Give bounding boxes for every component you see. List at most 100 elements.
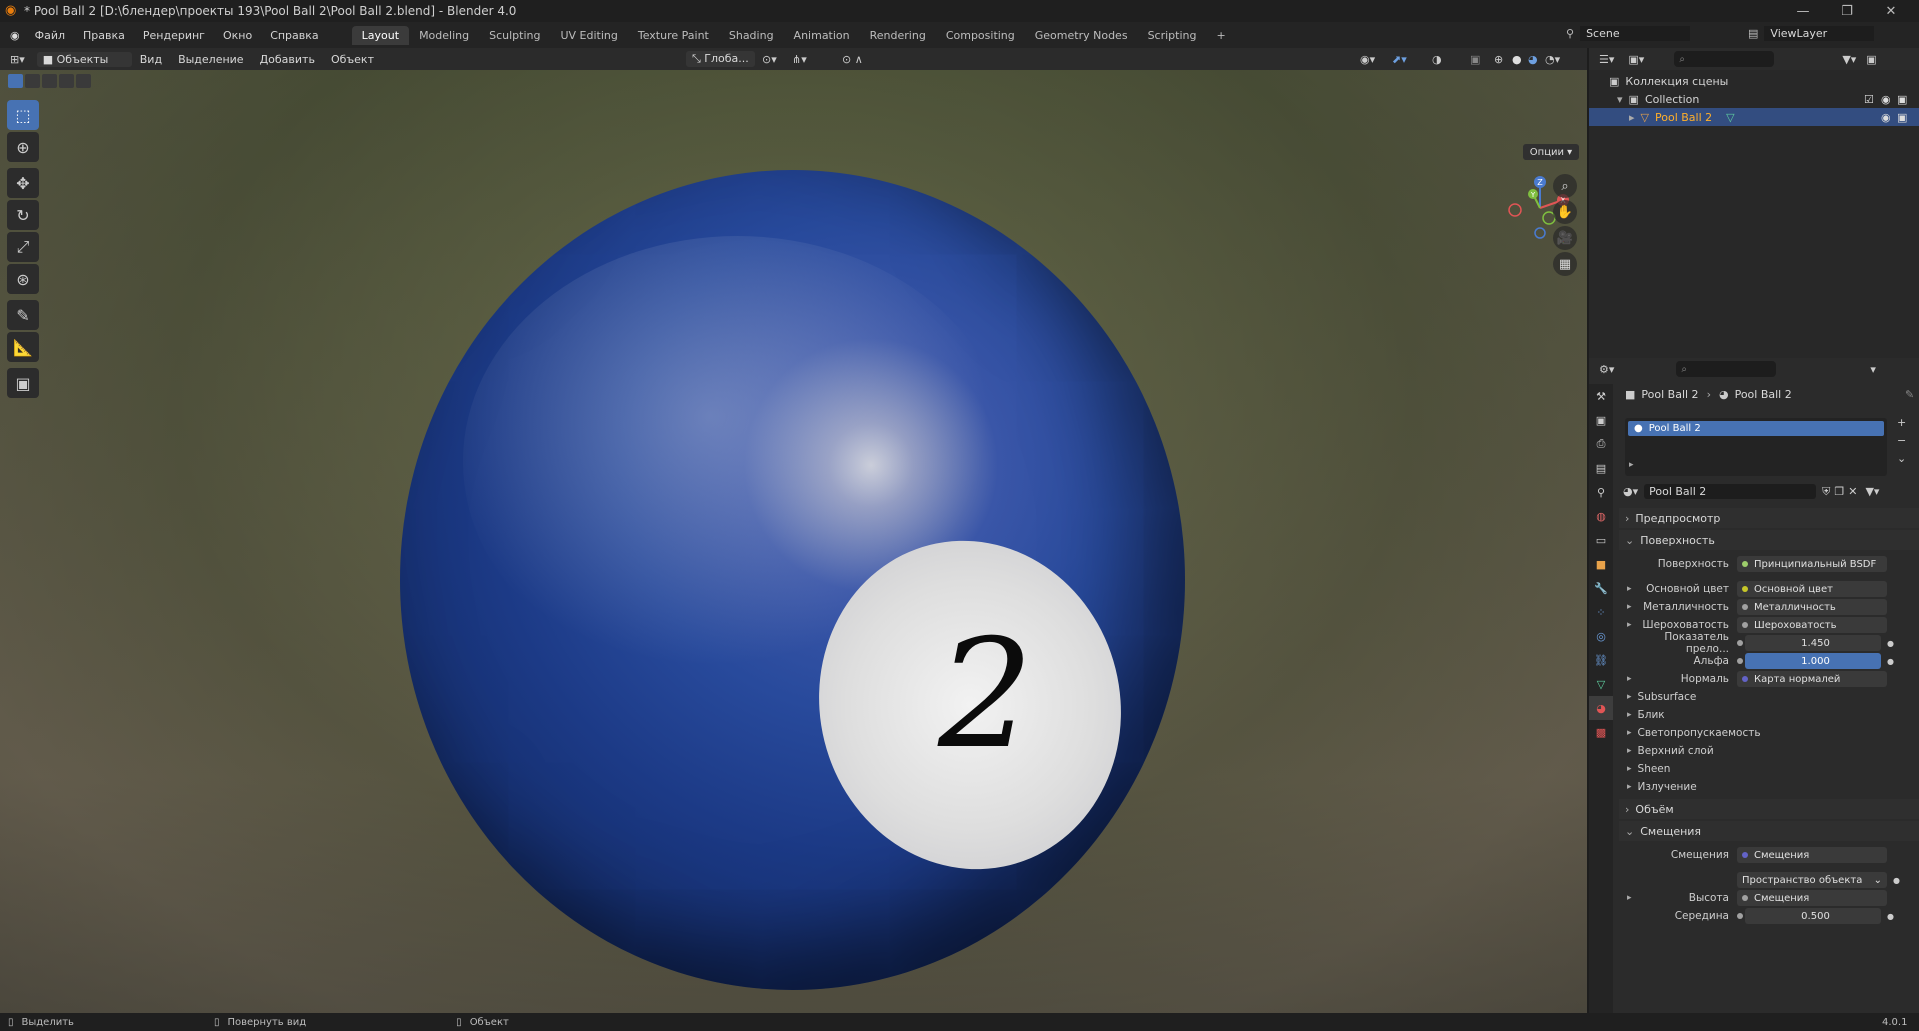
camera-view-icon[interactable]: 🎥 bbox=[1553, 226, 1577, 250]
proportional-edit-icon[interactable]: ⊙ ∧ bbox=[842, 53, 863, 66]
pivot-icon[interactable]: ⊙▾ bbox=[762, 53, 777, 66]
subpanel-emission[interactable]: ▸ Излучение bbox=[1619, 778, 1919, 796]
gizmo-neg-z[interactable] bbox=[1534, 227, 1546, 239]
menu-view[interactable]: Вид bbox=[132, 53, 170, 66]
menu-select[interactable]: Выделение bbox=[170, 53, 252, 66]
remove-slot-icon[interactable]: − bbox=[1897, 434, 1906, 447]
expand-icon[interactable]: ▸ bbox=[1627, 584, 1632, 594]
collection-tab-icon[interactable]: ▭ bbox=[1589, 528, 1613, 552]
subpanel-sheen[interactable]: ▸ Sheen bbox=[1619, 760, 1919, 778]
scene-tab-icon[interactable]: ⚲ bbox=[1589, 480, 1613, 504]
duplicate-icon[interactable]: ❐ bbox=[1834, 485, 1844, 498]
normal-field[interactable]: Карта нормалей bbox=[1737, 671, 1887, 687]
tab-scripting[interactable]: Scripting bbox=[1138, 26, 1207, 45]
tab-texture-paint[interactable]: Texture Paint bbox=[628, 26, 719, 45]
material-browse-icon[interactable]: ◕▾ bbox=[1623, 485, 1638, 498]
close-icon[interactable]: ✕ bbox=[1869, 0, 1913, 22]
options-dropdown[interactable]: Опции ▾ bbox=[1523, 144, 1579, 160]
space-dropdown[interactable]: Пространство объекта ⌄ bbox=[1737, 872, 1887, 888]
solid-shading-icon[interactable]: ● bbox=[1512, 53, 1522, 66]
gizmo-neg-x[interactable] bbox=[1508, 203, 1522, 217]
menu-object[interactable]: Объект bbox=[323, 53, 382, 66]
surface-shader-field[interactable]: Принципиальный BSDF bbox=[1737, 556, 1887, 572]
exclude-checkbox-icon[interactable]: ☑ bbox=[1864, 93, 1874, 106]
midlevel-field[interactable]: 0.500 bbox=[1745, 908, 1881, 924]
outliner-search[interactable]: ⌕ bbox=[1674, 51, 1775, 67]
eye-icon[interactable]: ◉ bbox=[1881, 111, 1891, 124]
measure-icon[interactable]: 📐 bbox=[7, 332, 39, 362]
tab-layout[interactable]: Layout bbox=[351, 25, 410, 45]
mode-dropdown[interactable]: ■ Объекты bbox=[36, 51, 132, 67]
gizmo-toggle-icon[interactable]: ⬈▾ bbox=[1392, 53, 1407, 66]
transform-icon[interactable]: ⊛ bbox=[7, 264, 39, 294]
3d-viewport[interactable]: 2 Опции ▾ ⬚ ⊕ ✥ ↻ ⤢ ⊛ ✎ 📐 ▣ Z X Y ⌕ bbox=[0, 70, 1587, 1013]
expand-icon[interactable]: ▸ bbox=[1629, 111, 1635, 124]
physics-tab-icon[interactable]: ◎ bbox=[1589, 624, 1613, 648]
outliner-object-pool-ball[interactable]: ▸ ▽ Pool Ball 2 ▽ ◉ ▣ bbox=[1589, 108, 1919, 126]
pan-hand-icon[interactable]: ✋ bbox=[1553, 200, 1577, 224]
blender-menu-icon[interactable]: ◉ bbox=[10, 29, 20, 42]
keyframe-dot-icon[interactable]: ● bbox=[1893, 876, 1900, 885]
base-color-field[interactable]: Основной цвет bbox=[1737, 581, 1887, 597]
material-shading-icon[interactable]: ◕ bbox=[1528, 53, 1538, 66]
view-layer-tab-icon[interactable]: ▤ bbox=[1589, 456, 1613, 480]
expand-icon[interactable]: ▾ bbox=[1617, 93, 1623, 106]
render-camera-icon[interactable]: ▣ bbox=[1897, 93, 1907, 106]
tab-geometry-nodes[interactable]: Geometry Nodes bbox=[1025, 26, 1138, 45]
expand-icon[interactable]: ▸ bbox=[1627, 893, 1632, 903]
panel-surface[interactable]: ⌄ Поверхность bbox=[1619, 530, 1919, 550]
texture-tab-icon[interactable]: ▩ bbox=[1589, 720, 1613, 744]
panel-displacement[interactable]: ⌄ Смещения bbox=[1619, 821, 1919, 841]
keyframe-dot-icon[interactable]: ● bbox=[1887, 639, 1894, 648]
move-icon[interactable]: ✥ bbox=[7, 168, 39, 198]
data-tab-icon[interactable]: ▽ bbox=[1589, 672, 1613, 696]
tab-rendering[interactable]: Rendering bbox=[860, 26, 936, 45]
transform-orientation[interactable]: ⤡ Глоба... bbox=[686, 51, 755, 67]
panel-preview[interactable]: › Предпросмотр bbox=[1619, 508, 1919, 528]
tab-compositing[interactable]: Compositing bbox=[936, 26, 1025, 45]
render-tab-icon[interactable]: ▣ bbox=[1589, 408, 1613, 432]
perspective-toggle-icon[interactable]: ▦ bbox=[1553, 252, 1577, 276]
pool-ball-mesh[interactable]: 2 bbox=[400, 170, 1185, 990]
unlink-icon[interactable]: ✕ bbox=[1848, 485, 1857, 498]
eye-icon[interactable]: ◉ bbox=[1881, 93, 1891, 106]
xray-icon[interactable]: ▣ bbox=[1470, 53, 1480, 66]
object-tab-icon[interactable]: ■ bbox=[1589, 552, 1613, 576]
filter-icon[interactable]: ▼▾ bbox=[1865, 485, 1879, 498]
constraints-tab-icon[interactable]: ⛓ bbox=[1589, 648, 1613, 672]
menu-add[interactable]: Добавить bbox=[252, 53, 323, 66]
world-tab-icon[interactable]: ◍ bbox=[1589, 504, 1613, 528]
subpanel-specular[interactable]: ▸ Блик bbox=[1619, 706, 1919, 724]
select-new-icon[interactable] bbox=[8, 74, 23, 88]
expand-icon[interactable]: ▸ bbox=[1629, 460, 1634, 470]
properties-editor-icon[interactable]: ⚙▾ bbox=[1599, 363, 1614, 376]
expand-icon[interactable]: ▸ bbox=[1627, 674, 1632, 684]
select-intersect-icon[interactable] bbox=[76, 74, 91, 88]
menu-file[interactable]: Файл bbox=[26, 29, 74, 42]
material-name-field[interactable]: Pool Ball 2 bbox=[1644, 484, 1817, 499]
select-box-icon[interactable]: ⬚ bbox=[7, 100, 39, 130]
menu-help[interactable]: Справка bbox=[261, 29, 327, 42]
tab-shading[interactable]: Shading bbox=[719, 26, 784, 45]
outliner-scene-collection[interactable]: ▣ Коллекция сцены bbox=[1589, 72, 1919, 90]
subpanel-transmission[interactable]: ▸ Светопропускаемость bbox=[1619, 724, 1919, 742]
subpanel-coat[interactable]: ▸ Верхний слой bbox=[1619, 742, 1919, 760]
rendered-shading-icon[interactable]: ◔▾ bbox=[1545, 53, 1560, 66]
maximize-icon[interactable]: ❐ bbox=[1825, 0, 1869, 22]
render-camera-icon[interactable]: ▣ bbox=[1897, 111, 1907, 124]
ior-field[interactable]: 1.450 bbox=[1745, 635, 1881, 651]
zoom-icon[interactable]: ⌕ bbox=[1553, 174, 1577, 198]
select-subtract-icon[interactable] bbox=[42, 74, 57, 88]
snap-icon[interactable]: ⋔▾ bbox=[792, 53, 807, 66]
material-slot-item[interactable]: ● Pool Ball 2 bbox=[1628, 421, 1884, 436]
panel-volume[interactable]: › Объём bbox=[1619, 799, 1919, 819]
expand-icon[interactable]: ▸ bbox=[1627, 620, 1632, 630]
filter-icon[interactable]: ▼▾ bbox=[1842, 53, 1856, 66]
menu-render[interactable]: Рендеринг bbox=[134, 29, 214, 42]
particles-tab-icon[interactable]: ⁘ bbox=[1589, 600, 1613, 624]
chevron-down-icon[interactable]: ⌄ bbox=[1897, 452, 1906, 465]
output-tab-icon[interactable]: ⎙ bbox=[1589, 432, 1613, 456]
overlay-toggle-icon[interactable]: ◑ bbox=[1432, 53, 1442, 66]
outliner-collection[interactable]: ▾ ▣ Collection ☑ ◉ ▣ bbox=[1589, 90, 1919, 108]
rotate-icon[interactable]: ↻ bbox=[7, 200, 39, 230]
